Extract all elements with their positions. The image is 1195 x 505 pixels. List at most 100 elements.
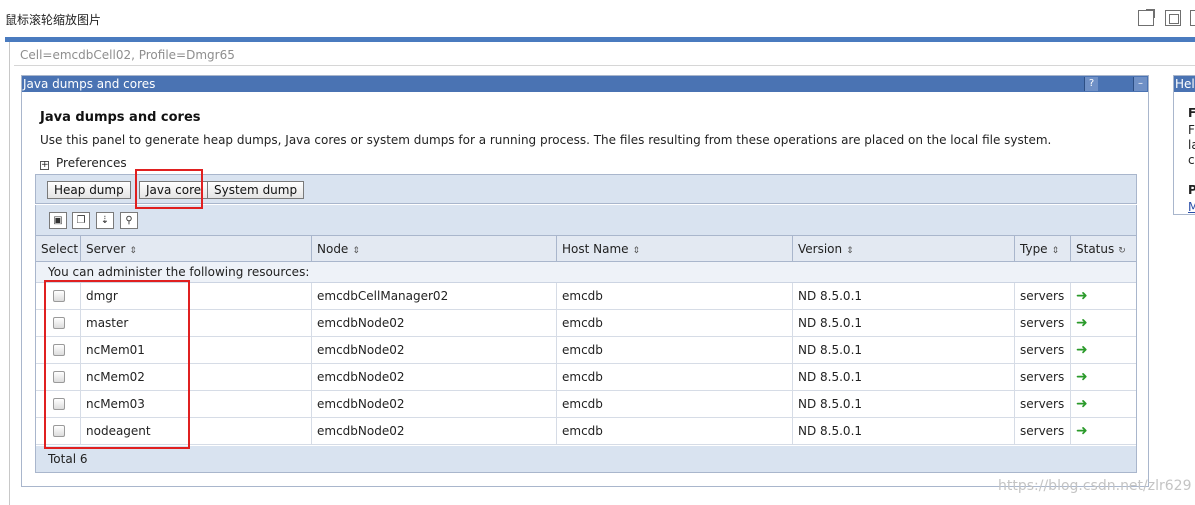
version-cell: ND 8.5.0.1 (793, 391, 1015, 418)
table-row: dmgr emcdbCellManager02 emcdb ND 8.5.0.1 ser… (36, 283, 1136, 310)
select-cell (36, 283, 81, 310)
host-cell: emcdb (557, 364, 793, 391)
help-icon[interactable]: ? (1084, 77, 1098, 91)
status-cell: ➜ (1071, 418, 1136, 445)
preferences-label: Preferences (56, 156, 127, 170)
row-checkbox[interactable] (53, 425, 65, 437)
help-line: P (1188, 183, 1195, 197)
panel-description: Use this panel to generate heap dumps, J… (40, 133, 1052, 147)
minimize-icon[interactable]: – (1133, 77, 1147, 91)
breadcrumb: Cell=emcdbCell02, Profile=Dmgr65 (20, 48, 235, 62)
action-toolbar: Heap dump Java core System dump (35, 174, 1137, 204)
row-checkbox[interactable] (53, 344, 65, 356)
type-cell: servers (1015, 337, 1071, 364)
node-cell: emcdbNode02 (312, 391, 557, 418)
header-type[interactable]: Type ⇕ (1015, 236, 1071, 262)
sort-icon[interactable]: ⇕ (1052, 246, 1060, 256)
type-cell: servers (1015, 391, 1071, 418)
java-core-button[interactable]: Java core (139, 181, 209, 199)
node-cell: emcdbNode02 (312, 310, 557, 337)
table-row: ncMem03 emcdbNode02 emcdb ND 8.5.0.1 servers… (36, 391, 1136, 418)
version-cell: ND 8.5.0.1 (793, 364, 1015, 391)
version-cell: ND 8.5.0.1 (793, 283, 1015, 310)
help-panel-title: Hel (1174, 76, 1195, 92)
header-version[interactable]: Version ⇕ (793, 236, 1015, 262)
table-row: master emcdbNode02 emcdb ND 8.5.0.1 servers ➜ (36, 310, 1136, 337)
node-cell: emcdbNode02 (312, 418, 557, 445)
row-checkbox[interactable] (53, 290, 65, 302)
expand-plus-icon[interactable]: + (40, 161, 49, 170)
top-accent-bar (5, 37, 1195, 42)
server-cell[interactable]: ncMem02 (81, 364, 312, 391)
type-cell: servers (1015, 283, 1071, 310)
row-checkbox[interactable] (53, 317, 65, 329)
host-cell: emcdb (557, 283, 793, 310)
header-status[interactable]: Status ↻ (1071, 236, 1136, 262)
status-cell: ➜ (1071, 364, 1136, 391)
type-cell: servers (1015, 418, 1071, 445)
sort-icon[interactable]: ⇕ (633, 246, 641, 256)
started-status-icon: ➜ (1076, 423, 1088, 439)
deselect-all-icon[interactable]: ❐ (72, 212, 90, 229)
table-info-row: You can administer the following resourc… (36, 262, 1136, 283)
watermark: https://blog.csdn.net/zlr629 (998, 478, 1192, 494)
type-cell: servers (1015, 310, 1071, 337)
started-status-icon: ➜ (1076, 288, 1088, 304)
breadcrumb-divider (14, 65, 1195, 66)
select-cell (36, 418, 81, 445)
close-icon[interactable] (1190, 10, 1195, 26)
header-server[interactable]: Server ⇕ (81, 236, 312, 262)
node-cell: emcdbNode02 (312, 337, 557, 364)
expand-icon[interactable]: ⇣ (96, 212, 114, 229)
preferences-toggle[interactable]: + Preferences (40, 156, 127, 170)
refresh-icon[interactable]: ↻ (1118, 246, 1126, 256)
server-cell[interactable]: master (81, 310, 312, 337)
window-titlebar: 鼠标滚轮缩放图片 (0, 0, 1195, 36)
panel-header: Java dumps and cores ? – (22, 76, 1148, 92)
select-cell (36, 310, 81, 337)
server-cell[interactable]: ncMem01 (81, 337, 312, 364)
status-cell: ➜ (1071, 391, 1136, 418)
status-cell: ➜ (1071, 310, 1136, 337)
server-cell[interactable]: ncMem03 (81, 391, 312, 418)
table-row: nodeagent emcdbNode02 emcdb ND 8.5.0.1 serve… (36, 418, 1136, 445)
host-cell: emcdb (557, 391, 793, 418)
select-cell (36, 337, 81, 364)
help-line: F (1188, 123, 1195, 137)
server-cell[interactable]: dmgr (81, 283, 312, 310)
header-host-name[interactable]: Host Name ⇕ (557, 236, 793, 262)
row-checkbox[interactable] (53, 371, 65, 383)
server-cell[interactable]: nodeagent (81, 418, 312, 445)
started-status-icon: ➜ (1076, 396, 1088, 412)
left-divider (9, 42, 10, 505)
sort-icon[interactable]: ⇕ (129, 246, 137, 256)
sort-icon[interactable]: ⇕ (846, 246, 854, 256)
select-all-icon[interactable]: ▣ (49, 212, 67, 229)
sort-icon[interactable]: ⇕ (352, 246, 360, 256)
open-external-icon[interactable] (1138, 9, 1155, 26)
panel-header-title: Java dumps and cores (23, 77, 156, 91)
system-dump-button[interactable]: System dump (207, 181, 305, 199)
resources-table: Select Server ⇕ Node ⇕ Host Name ⇕ Version ⇕… (35, 236, 1137, 473)
table-icon-toolbar: ▣ ❐ ⇣ ⚲ (35, 205, 1137, 236)
help-line: la (1188, 138, 1195, 152)
node-cell: emcdbCellManager02 (312, 283, 557, 310)
maximize-icon[interactable] (1165, 10, 1181, 26)
help-line: F (1188, 106, 1195, 120)
table-row: ncMem01 emcdbNode02 emcdb ND 8.5.0.1 servers… (36, 337, 1136, 364)
host-cell: emcdb (557, 337, 793, 364)
heap-dump-button[interactable]: Heap dump (47, 181, 131, 199)
filter-icon[interactable]: ⚲ (120, 212, 138, 229)
select-cell (36, 364, 81, 391)
status-cell: ➜ (1071, 283, 1136, 310)
type-cell: servers (1015, 364, 1071, 391)
help-link[interactable]: M (1188, 200, 1195, 214)
started-status-icon: ➜ (1076, 342, 1088, 358)
help-line: cu (1188, 153, 1195, 167)
table-total: Total 6 (36, 446, 1136, 472)
started-status-icon: ➜ (1076, 315, 1088, 331)
row-checkbox[interactable] (53, 398, 65, 410)
header-select: Select (36, 236, 81, 262)
header-node[interactable]: Node ⇕ (312, 236, 557, 262)
section-title: Java dumps and cores (40, 110, 201, 125)
